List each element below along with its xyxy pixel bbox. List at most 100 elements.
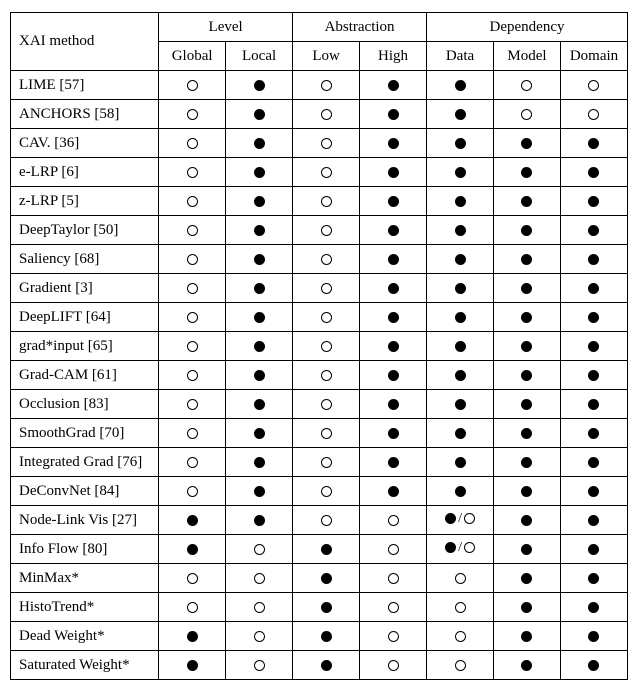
mark-cell [360,216,427,245]
table-row: Occlusion [83] [11,390,628,419]
mark-cell [226,245,293,274]
mark-cell [226,216,293,245]
mark-cell [494,274,561,303]
mark-cell [293,593,360,622]
method-name: MinMax* [11,564,159,593]
mark-cell [360,71,427,100]
mark-cell [360,477,427,506]
mark-cell [293,564,360,593]
method-name: DeepTaylor [50] [11,216,159,245]
mark-cell [494,651,561,680]
mark-cell [427,361,494,390]
mark-cell [427,100,494,129]
mark-cell [494,622,561,651]
mark-cell [226,477,293,506]
method-name: CAV. [36] [11,129,159,158]
mark-cell [560,622,627,651]
mark-cell [159,216,226,245]
table-row: HistoTrend* [11,593,628,622]
mark-cell [159,71,226,100]
method-name: Integrated Grad [76] [11,448,159,477]
mark-cell [494,593,561,622]
mark-cell [360,100,427,129]
mark-cell [226,535,293,564]
mark-cell [560,564,627,593]
col-group-header: Level [159,13,293,42]
mark-cell [293,390,360,419]
method-name: Gradient [3] [11,274,159,303]
mark-cell [293,477,360,506]
mark-cell [494,506,561,535]
mark-cell [226,651,293,680]
mark-cell [159,448,226,477]
mark-cell [494,187,561,216]
table-row: grad*input [65] [11,332,628,361]
mark-cell [159,651,226,680]
mark-cell [560,535,627,564]
mark-cell [427,390,494,419]
mark-cell [560,158,627,187]
mark-cell [560,448,627,477]
table-row: Dead Weight* [11,622,628,651]
mark-cell [293,100,360,129]
table-row: Grad-CAM [61] [11,361,628,390]
table-body: LIME [57]ANCHORS [58]CAV. [36]e-LRP [6]z… [11,71,628,680]
mark-cell [494,332,561,361]
mark-cell [560,129,627,158]
table-row: Gradient [3] [11,274,628,303]
method-name: DeepLIFT [64] [11,303,159,332]
mark-cell [293,245,360,274]
col-header-method: XAI method [11,13,159,71]
mark-cell [293,274,360,303]
mark-cell: / [427,506,494,535]
mark-cell [159,303,226,332]
mark-cell [159,477,226,506]
table-row: Info Flow [80]/ [11,535,628,564]
table-row: LIME [57] [11,71,628,100]
mark-cell [293,71,360,100]
mark-cell [427,477,494,506]
table-row: Saliency [68] [11,245,628,274]
mark-cell [226,100,293,129]
mark-cell [360,245,427,274]
table-row: MinMax* [11,564,628,593]
table-row: Node-Link Vis [27]/ [11,506,628,535]
mark-cell [293,158,360,187]
mark-cell [427,303,494,332]
table-row: CAV. [36] [11,129,628,158]
mark-cell [293,419,360,448]
mark-cell [427,129,494,158]
mark-cell [226,622,293,651]
table-row: ANCHORS [58] [11,100,628,129]
mark-cell [360,448,427,477]
mark-cell [494,71,561,100]
method-name: Grad-CAM [61] [11,361,159,390]
mark-cell [427,419,494,448]
mark-cell [360,303,427,332]
mark-cell [560,303,627,332]
mark-cell [159,622,226,651]
mark-cell [427,448,494,477]
col-sub-header: Local [226,42,293,71]
method-name: Saliency [68] [11,245,159,274]
mark-cell [427,187,494,216]
mark-cell [494,245,561,274]
mark-cell [293,361,360,390]
mark-cell [494,303,561,332]
mark-cell [360,332,427,361]
mark-cell [159,564,226,593]
mark-cell [494,535,561,564]
mark-cell [293,651,360,680]
mark-cell [494,216,561,245]
mark-cell [494,448,561,477]
mark-cell [427,158,494,187]
mark-cell [494,419,561,448]
col-sub-header: Data [427,42,494,71]
mark-cell [293,187,360,216]
mark-cell [226,129,293,158]
table-row: SmoothGrad [70] [11,419,628,448]
mark-cell [494,129,561,158]
mark-cell [494,564,561,593]
mark-cell [360,390,427,419]
col-sub-header: Global [159,42,226,71]
